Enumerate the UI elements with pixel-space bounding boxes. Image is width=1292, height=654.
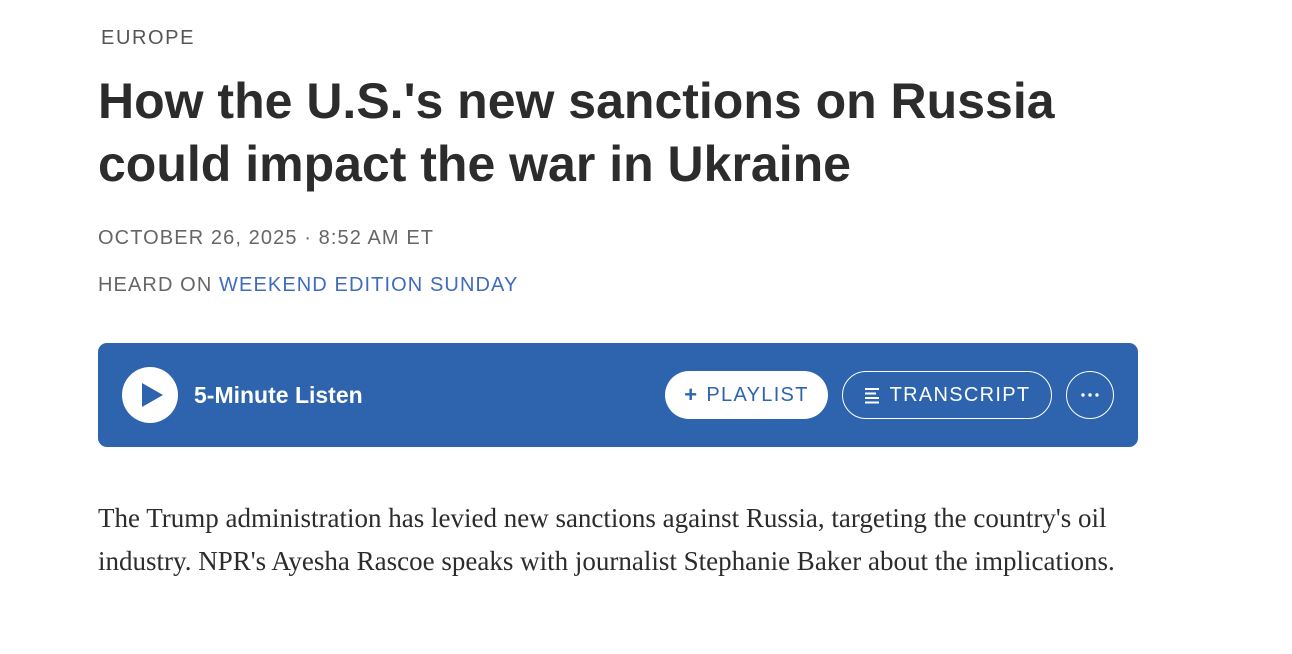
transcript-label: TRANSCRIPT — [889, 383, 1031, 406]
article-teaser: The Trump administration has levied new … — [98, 503, 1115, 576]
article-dateline: OCTOBER 26, 2025 · 8:52 AM ET — [98, 227, 435, 249]
article-headline: How the U.S.'s new sanctions on Russia c… — [98, 73, 1055, 192]
play-button[interactable] — [122, 367, 178, 423]
add-to-playlist-button[interactable]: + PLAYLIST — [665, 371, 828, 419]
play-icon — [142, 383, 163, 407]
transcript-button[interactable]: TRANSCRIPT — [842, 371, 1052, 419]
article-page: EUROPE How the U.S.'s new sanctions on R… — [0, 0, 1292, 654]
section-link[interactable]: EUROPE — [101, 27, 195, 50]
heard-on-line: HEARD ON WEEKEND EDITION SUNDAY — [98, 274, 518, 297]
heard-on-prefix: HEARD ON — [98, 274, 220, 296]
transcript-lines-icon — [864, 388, 879, 404]
program-link[interactable]: WEEKEND EDITION SUNDAY — [219, 274, 518, 296]
playlist-label: PLAYLIST — [706, 383, 809, 406]
more-options-button[interactable] — [1066, 371, 1114, 419]
listen-duration-label: 5-Minute Listen — [194, 382, 363, 408]
plus-icon: + — [684, 382, 699, 407]
audio-player: 5-Minute Listen + PLAYLIST TRANSCRIPT — [98, 343, 1138, 447]
more-dots-icon — [1081, 393, 1099, 397]
